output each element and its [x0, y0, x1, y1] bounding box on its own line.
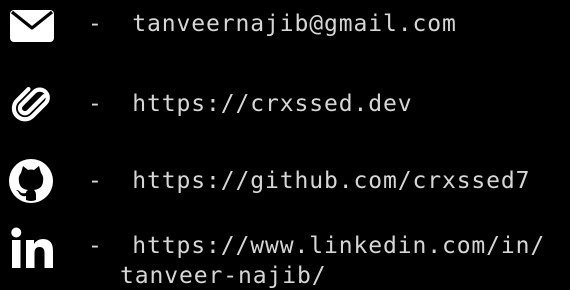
paperclip-icon	[8, 84, 56, 132]
contact-github-text[interactable]: - https://github.com/crxssed7	[88, 166, 530, 196]
contact-email-text[interactable]: - tanveernajib@gmail.com	[88, 9, 457, 39]
contact-linkedin-text[interactable]: - https://www.linkedin.com/in/	[88, 231, 545, 261]
contact-website-text[interactable]: - https://crxssed.dev	[88, 89, 412, 119]
mail-icon	[8, 2, 56, 50]
contact-linkedin-text-continued[interactable]: tanveer-najib/	[120, 261, 326, 290]
linkedin-icon	[8, 226, 56, 274]
github-icon	[8, 158, 56, 206]
